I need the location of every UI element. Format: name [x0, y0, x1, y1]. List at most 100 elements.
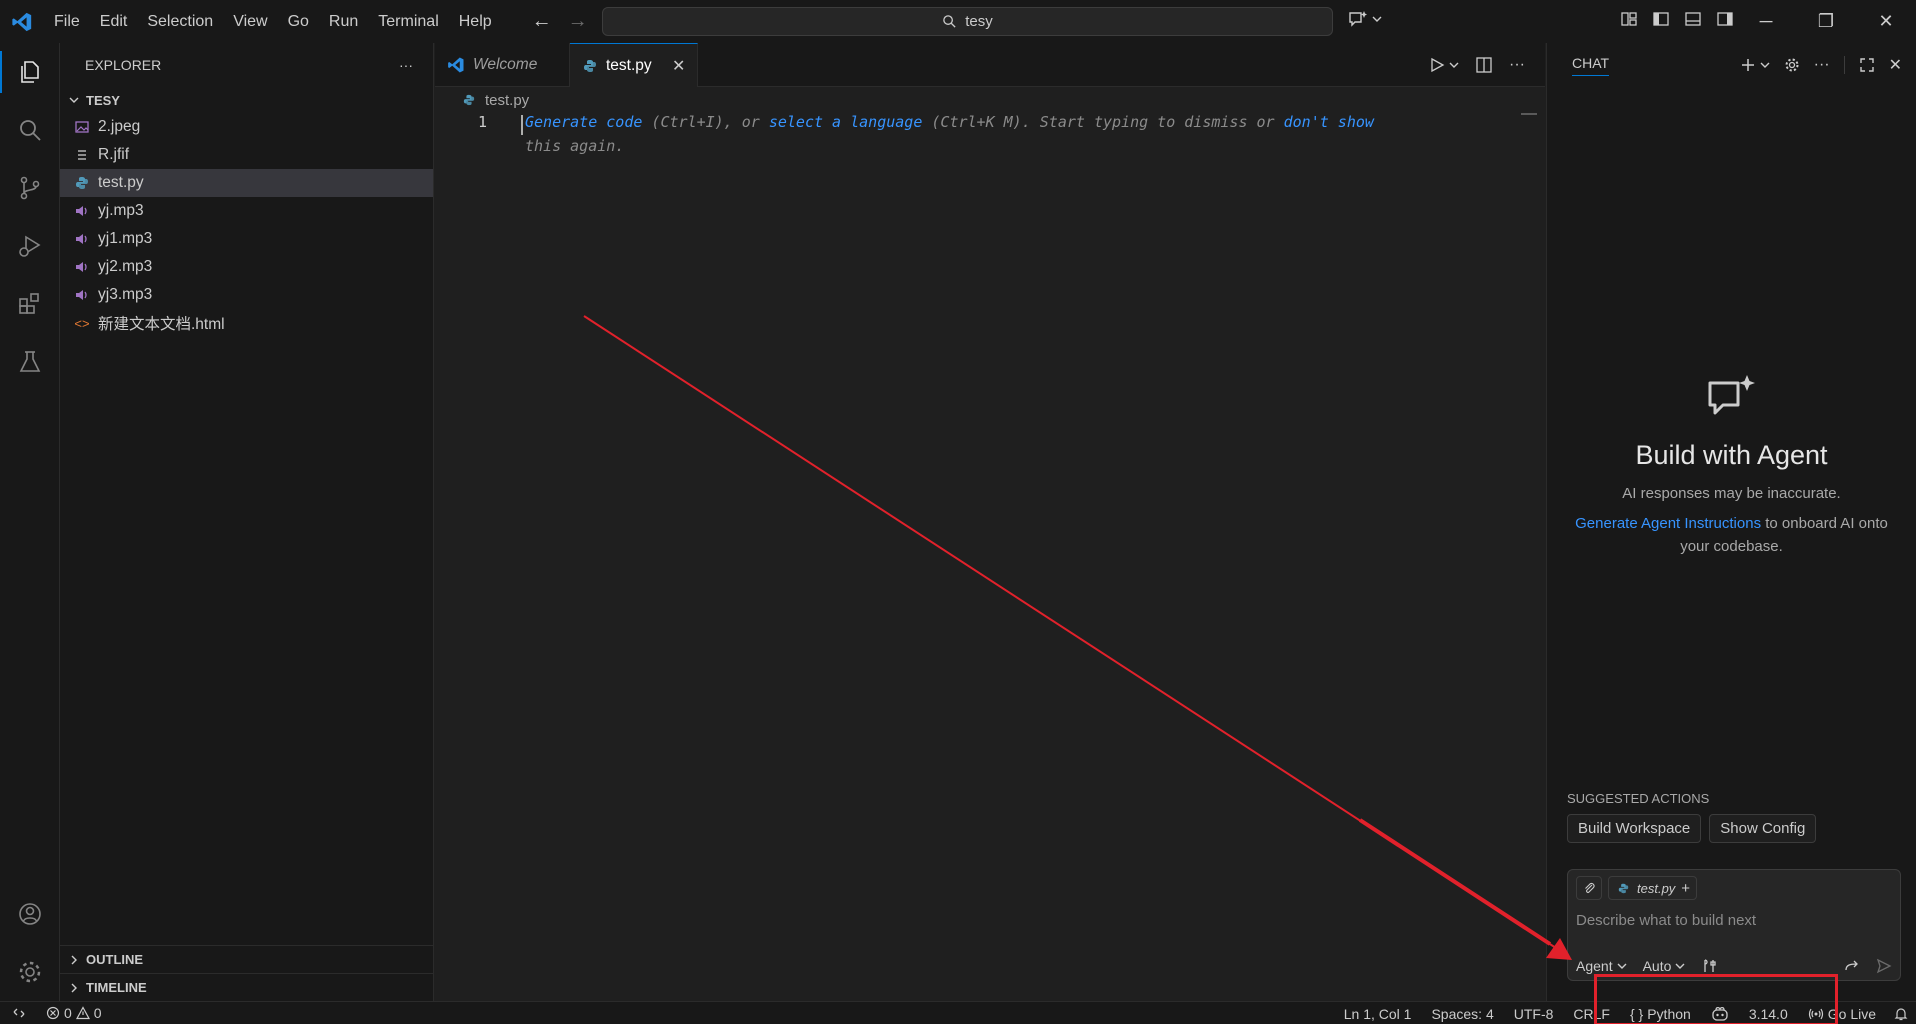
chevron-down-icon	[1372, 16, 1382, 22]
chat-panel: CHAT ··· ✕ Build with Agent AI responses…	[1546, 43, 1916, 1001]
breadcrumb-file[interactable]: test.py	[485, 92, 529, 109]
copilot-menu-button[interactable]	[1348, 10, 1382, 28]
file-name: 2.jpeg	[98, 118, 141, 135]
more-actions-icon[interactable]: ···	[399, 57, 413, 73]
outline-section[interactable]: OUTLINE	[60, 945, 433, 973]
notifications-bell-icon[interactable]	[1886, 1002, 1916, 1024]
context-file-chip[interactable]: test.py +	[1608, 876, 1698, 900]
chat-placeholder[interactable]: Describe what to build next	[1568, 906, 1900, 929]
menu-view[interactable]: View	[223, 0, 277, 43]
file-item-yjmp3[interactable]: yj.mp3	[60, 197, 433, 225]
menu-edit[interactable]: Edit	[90, 0, 138, 43]
forward-arrow-icon[interactable]: →	[568, 10, 588, 33]
source-control-icon[interactable]	[0, 159, 60, 217]
python-version[interactable]: 3.14.0	[1739, 1002, 1798, 1024]
generate-code-link[interactable]: Generate code	[525, 113, 642, 131]
generate-instructions-link[interactable]: Generate Agent Instructions	[1575, 515, 1761, 532]
show-config-button[interactable]: Show Config	[1709, 814, 1817, 843]
more-actions-icon[interactable]: ···	[1814, 56, 1830, 74]
extensions-icon[interactable]	[0, 275, 60, 333]
plus-icon	[1741, 59, 1754, 71]
file-name: R.jfif	[98, 146, 129, 163]
attach-button[interactable]	[1576, 876, 1602, 900]
tab-welcome[interactable]: Welcome	[435, 43, 570, 87]
file-item-html[interactable]: <> 新建文本文档.html	[60, 309, 433, 337]
menu-file[interactable]: File	[44, 0, 90, 43]
delegate-arrow-icon[interactable]	[1844, 958, 1860, 974]
tools-icon[interactable]	[1701, 958, 1717, 974]
chevron-right-icon	[71, 983, 77, 992]
chat-input-box[interactable]: test.py + Describe what to build next Ag…	[1567, 869, 1901, 981]
close-icon[interactable]: ✕	[672, 56, 685, 76]
menu-go[interactable]: Go	[278, 0, 319, 43]
encoding[interactable]: UTF-8	[1504, 1002, 1564, 1024]
audio-icon	[74, 259, 90, 275]
file-item-yj3mp3[interactable]: yj3.mp3	[60, 281, 433, 309]
select-language-link[interactable]: select a language	[769, 113, 923, 131]
tab-test-py[interactable]: test.py ✕	[570, 43, 699, 87]
language-mode[interactable]: { } Python	[1620, 1002, 1701, 1024]
close-window-icon[interactable]: ✕	[1856, 0, 1916, 43]
split-editor-icon[interactable]	[1475, 56, 1493, 74]
run-python-button[interactable]	[1429, 57, 1459, 73]
menu-selection[interactable]: Selection	[137, 0, 223, 43]
dont-show-link[interactable]: don't show	[1284, 113, 1374, 131]
new-chat-button[interactable]	[1740, 57, 1770, 73]
close-icon[interactable]: ✕	[1889, 55, 1902, 75]
code-line-1[interactable]: 1 Generate code (Ctrl+I), or select a la…	[435, 113, 1545, 137]
model-picker[interactable]: Auto	[1643, 958, 1686, 974]
audio-icon	[74, 231, 90, 247]
restore-icon[interactable]: ❐	[1796, 0, 1856, 43]
file-item-yj2mp3[interactable]: yj2.mp3	[60, 253, 433, 281]
title-bar: File Edit Selection View Go Run Terminal…	[0, 0, 1916, 43]
audio-icon	[74, 287, 90, 303]
more-actions-icon[interactable]: ···	[1509, 56, 1525, 74]
editor-area: Welcome test.py ✕ ··· test.py 1 Generate…	[435, 43, 1545, 1001]
plus-icon[interactable]: +	[1681, 880, 1690, 897]
file-name: yj2.mp3	[98, 258, 153, 275]
file-item-rjfif[interactable]: R.jfif	[60, 141, 433, 169]
image-icon	[74, 119, 90, 135]
folder-section-tesy[interactable]: TESY	[60, 87, 433, 113]
chat-header: CHAT ··· ✕	[1547, 43, 1916, 87]
cursor-position[interactable]: Ln 1, Col 1	[1334, 1002, 1422, 1024]
gear-icon[interactable]	[1784, 57, 1800, 73]
timeline-section[interactable]: TIMELINE	[60, 973, 433, 1001]
file-item-2jpeg[interactable]: 2.jpeg	[60, 113, 433, 141]
file-item-yj1mp3[interactable]: yj1.mp3	[60, 225, 433, 253]
maximize-icon[interactable]	[1859, 57, 1875, 73]
mode-picker[interactable]: Agent	[1576, 958, 1627, 974]
minimize-icon[interactable]: ─	[1736, 0, 1796, 43]
menu-help[interactable]: Help	[449, 0, 502, 43]
send-icon[interactable]	[1876, 958, 1892, 974]
copilot-status[interactable]	[1701, 1002, 1739, 1024]
run-debug-icon[interactable]	[0, 217, 60, 275]
accounts-icon[interactable]	[0, 885, 60, 943]
paperclip-icon	[1585, 882, 1595, 893]
window-controls: ─ ❐ ✕	[1736, 0, 1916, 43]
explorer-icon[interactable]	[0, 43, 60, 101]
customize-layout-icon[interactable]	[1620, 10, 1638, 28]
chevron-right-icon	[71, 955, 77, 964]
end-of-line[interactable]: CRLF	[1563, 1002, 1620, 1024]
settings-gear-icon[interactable]	[0, 943, 60, 1001]
indentation[interactable]: Spaces: 4	[1421, 1002, 1503, 1024]
editor-actions: ···	[1429, 43, 1545, 87]
menu-run[interactable]: Run	[319, 0, 368, 43]
toggle-primary-sidebar-icon[interactable]	[1652, 10, 1670, 28]
toggle-panel-icon[interactable]	[1684, 10, 1702, 28]
menu-terminal[interactable]: Terminal	[368, 0, 448, 43]
file-item-testpy[interactable]: test.py	[60, 169, 433, 197]
build-workspace-button[interactable]: Build Workspace	[1567, 814, 1702, 843]
back-arrow-icon[interactable]: ←	[532, 10, 552, 33]
go-live-button[interactable]: Go Live	[1798, 1002, 1886, 1024]
tab-label: test.py	[606, 56, 652, 74]
remote-indicator-icon[interactable]	[0, 1002, 38, 1024]
chat-title[interactable]: CHAT	[1572, 55, 1610, 76]
search-icon[interactable]	[0, 101, 60, 159]
toggle-secondary-sidebar-icon[interactable]	[1716, 10, 1734, 28]
command-center-search[interactable]: tesy	[602, 7, 1333, 36]
problems-indicator[interactable]: 0 0	[38, 1002, 110, 1024]
activity-bar	[0, 43, 60, 1001]
testing-icon[interactable]	[0, 333, 60, 391]
